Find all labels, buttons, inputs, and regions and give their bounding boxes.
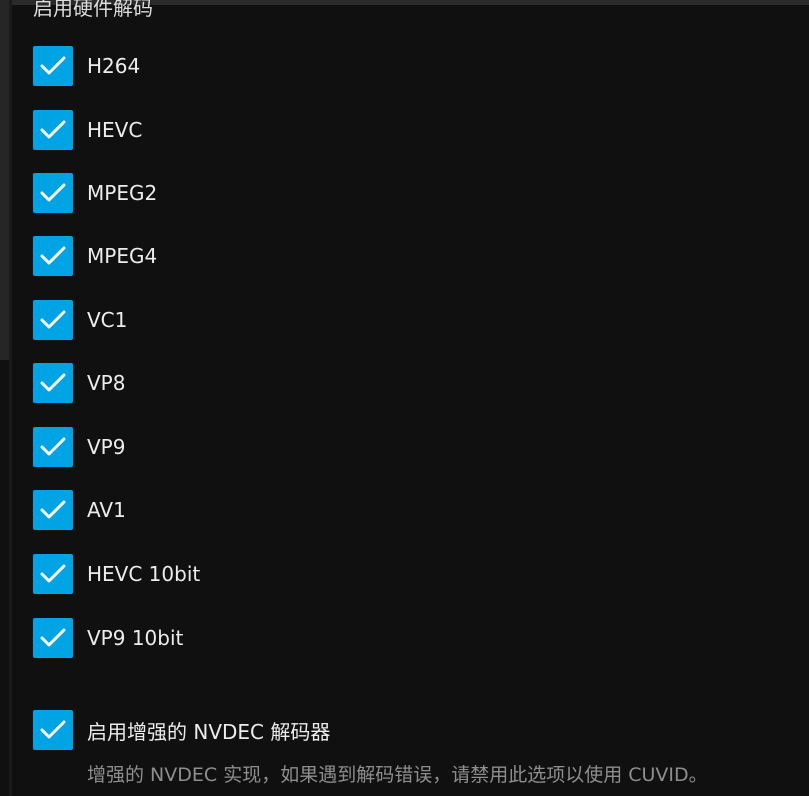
codec-option-label: HEVC [87, 118, 143, 142]
codec-checkbox[interactable] [33, 554, 73, 594]
codec-option-label: AV1 [87, 498, 126, 522]
checkmark-icon [40, 373, 66, 392]
checkmark-icon [40, 720, 66, 739]
codec-checkbox[interactable] [33, 300, 73, 340]
scrollbar[interactable] [0, 0, 9, 360]
codec-checkbox[interactable] [33, 618, 73, 658]
nvdec-description: 增强的 NVDEC 实现，如果遇到解码错误，请禁用此选项以使用 CUVID。 [87, 764, 708, 786]
codec-option-label: VP9 [87, 435, 126, 459]
codec-option-vc1[interactable]: VC1 [33, 300, 127, 340]
codec-checkbox[interactable] [33, 173, 73, 213]
codec-option-vp8[interactable]: VP8 [33, 363, 125, 403]
codec-option-label: VP9 10bit [87, 626, 184, 650]
codec-checkbox[interactable] [33, 236, 73, 276]
checkmark-icon [40, 437, 66, 456]
nvdec-checkbox[interactable] [33, 710, 73, 750]
codec-option-vp9[interactable]: VP9 [33, 427, 125, 467]
nvdec-option-label: 启用增强的 NVDEC 解码器 [87, 719, 331, 744]
codec-checkbox[interactable] [33, 363, 73, 403]
codec-checkbox[interactable] [33, 110, 73, 150]
checkmark-icon [40, 500, 66, 519]
codec-option-label: MPEG4 [87, 244, 158, 268]
scroll-track [9, 0, 12, 796]
codec-option-label: VC1 [87, 308, 128, 332]
checkmark-icon [40, 628, 66, 647]
codec-option-h264[interactable]: H264 [33, 46, 140, 86]
checkmark-icon [40, 183, 66, 202]
codec-option-label: VP8 [87, 371, 126, 395]
codec-option-hevc-10bit[interactable]: HEVC 10bit [33, 554, 200, 594]
settings-panel: 启用硬件解码 H264 HEVC MPEG2 MPEG4 VC1 VP8 VP9… [0, 0, 809, 796]
codec-checkbox[interactable] [33, 46, 73, 86]
section-title: 启用硬件解码 [33, 0, 153, 20]
codec-option-av1[interactable]: AV1 [33, 490, 126, 530]
codec-checkbox[interactable] [33, 427, 73, 467]
checkmark-icon [40, 120, 66, 139]
checkmark-icon [40, 246, 66, 265]
codec-option-label: H264 [87, 54, 141, 78]
codec-option-label: MPEG2 [87, 181, 158, 205]
codec-option-hevc[interactable]: HEVC [33, 110, 142, 150]
checkmark-icon [40, 564, 66, 583]
codec-option-vp9-10bit[interactable]: VP9 10bit [33, 618, 183, 658]
codec-checkbox[interactable] [33, 490, 73, 530]
codec-option-label: HEVC 10bit [87, 562, 201, 586]
nvdec-option[interactable]: 启用增强的 NVDEC 解码器 [33, 710, 330, 750]
codec-option-mpeg2[interactable]: MPEG2 [33, 173, 157, 213]
checkmark-icon [40, 310, 66, 329]
checkmark-icon [40, 56, 66, 75]
codec-option-mpeg4[interactable]: MPEG4 [33, 236, 157, 276]
